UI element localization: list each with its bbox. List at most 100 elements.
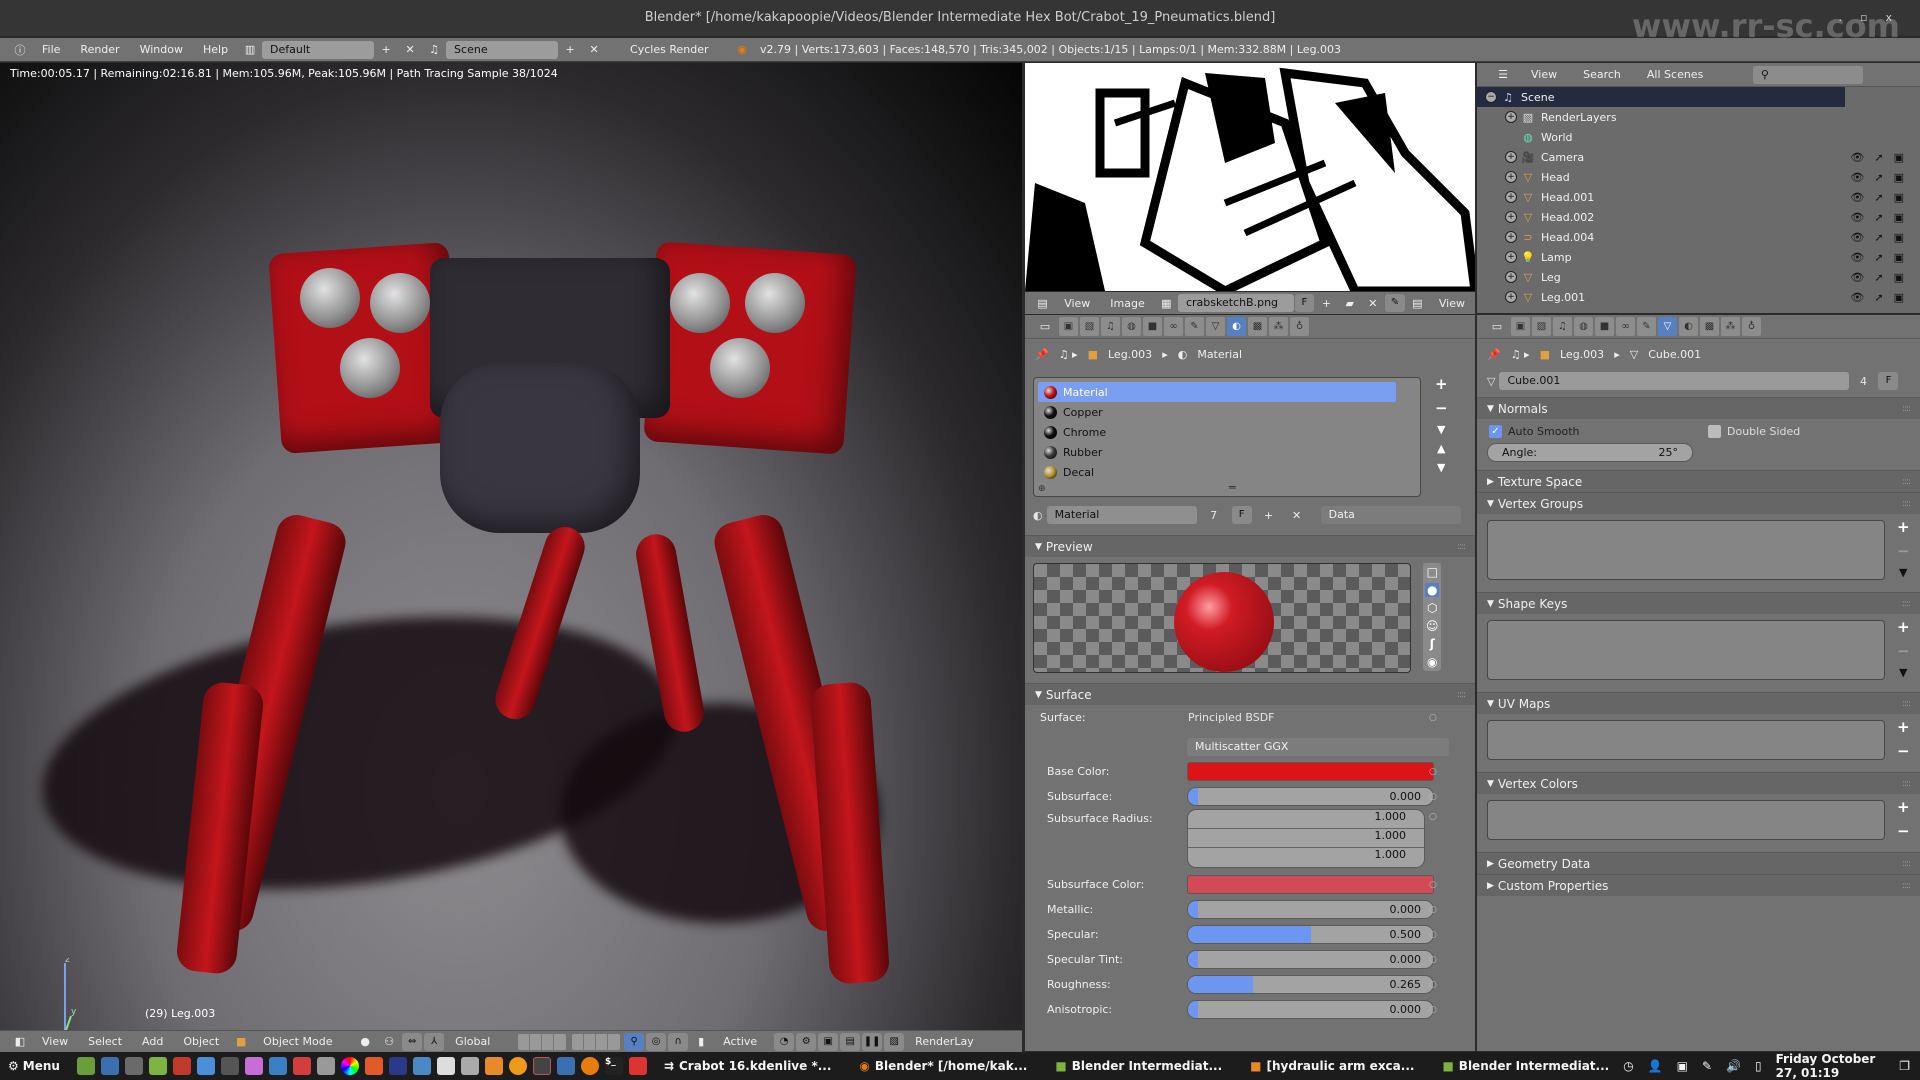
material-link-select[interactable]: Data [1320, 506, 1461, 524]
image-editor-type-icon[interactable]: ▤ [1033, 294, 1052, 312]
metallic-slider[interactable]: 0.000 [1187, 900, 1434, 919]
scene-tab-icon[interactable]: ♫ [1101, 317, 1120, 336]
editor-type-icon[interactable]: ◧ [10, 1033, 30, 1051]
object-tab-icon[interactable]: ■ [1143, 317, 1162, 336]
subsurface-slider[interactable]: 0.000 [1187, 787, 1434, 806]
properties-editor-icon-right[interactable]: ▭ [1487, 318, 1507, 336]
image-name-field[interactable]: crabsketchB.png [1177, 294, 1294, 312]
remove-vertex-color-button[interactable]: − [1897, 822, 1910, 840]
physics-tab-icon-right[interactable]: ♁ [1742, 317, 1761, 336]
material-slot-item[interactable]: Copper [1038, 402, 1396, 422]
double-sided-checkbox[interactable] [1708, 424, 1721, 438]
renderable-camera-icon[interactable]: ▣ [1894, 191, 1904, 204]
paint-app-icon[interactable] [244, 1057, 263, 1075]
properties-editor-icon[interactable]: ▭ [1035, 318, 1055, 336]
expand-toggle[interactable]: + [1505, 111, 1517, 123]
pivot-select[interactable]: Active [713, 1035, 773, 1048]
snap-toggle[interactable]: ∩ [668, 1032, 689, 1051]
uv-maps-list[interactable] [1487, 720, 1885, 760]
preview-sphere-icon[interactable]: ● [1425, 583, 1440, 597]
object-tab-icon-right[interactable]: ■ [1595, 317, 1614, 336]
vertex-colors-panel-header[interactable]: ▼ Vertex Colors:::: [1477, 772, 1920, 794]
modifiers-tab-icon[interactable]: ✎ [1185, 317, 1204, 336]
menu-file[interactable]: File [32, 43, 70, 56]
layers-grid-1[interactable] [518, 1033, 567, 1050]
add-uv-map-button[interactable]: + [1897, 718, 1910, 736]
texture-tab-icon-right[interactable]: ▩ [1700, 317, 1719, 336]
material-browse-icon[interactable]: ◐ [1033, 509, 1043, 522]
add-vertex-color-button[interactable]: + [1897, 798, 1910, 816]
renderable-camera-icon[interactable]: ▣ [1894, 171, 1904, 184]
visibility-eye-icon[interactable]: 👁 [1850, 251, 1864, 264]
task-folder-2[interactable]: ■ Blender Intermediat... [1442, 1059, 1609, 1073]
outliner-row[interactable]: + ▧ RenderLayers [1477, 107, 1920, 127]
task-blender[interactable]: ◉ Blender* [/home/kak... [859, 1059, 1027, 1073]
menu-help[interactable]: Help [193, 43, 238, 56]
battery-icon[interactable]: ▯ [1755, 1059, 1762, 1073]
metallic-socket[interactable]: ○ [1429, 905, 1437, 915]
angle-field[interactable]: Angle: 25° [1487, 443, 1693, 462]
app-icon-12[interactable] [364, 1057, 383, 1075]
subsurface-radius-socket[interactable]: ○ [1429, 812, 1437, 822]
screen-layout-icon[interactable]: ▥ [240, 41, 260, 59]
pin-icon[interactable]: 📌 [1035, 348, 1049, 361]
renderable-camera-icon[interactable]: ▣ [1894, 231, 1904, 244]
material-tab-icon[interactable]: ◐ [1227, 317, 1246, 336]
constraints-tab-icon[interactable]: ∞ [1164, 317, 1183, 336]
remove-shape-key-button[interactable]: − [1897, 642, 1910, 660]
app-icon-20[interactable] [556, 1057, 575, 1075]
desktop-icon[interactable] [76, 1057, 95, 1075]
render-tab-icon-right[interactable]: ▣ [1511, 317, 1530, 336]
inkscape-app-icon[interactable] [436, 1057, 455, 1075]
texture-space-panel-header[interactable]: ▶ Texture Space:::: [1477, 470, 1920, 492]
visibility-eye-icon[interactable]: 👁 [1850, 231, 1864, 244]
img-menu-view[interactable]: View [1054, 297, 1100, 310]
vertex-colors-list[interactable] [1487, 800, 1885, 840]
app-icon-9[interactable] [292, 1057, 311, 1075]
terminal-icon[interactable]: $_ [604, 1057, 623, 1075]
outliner-row[interactable]: + ▽ Head 👁 ➚ ▣ [1477, 167, 1920, 187]
vp-menu-object[interactable]: Object [173, 1035, 229, 1048]
material-slot-item[interactable]: Decal [1038, 462, 1396, 482]
remove-uv-map-button[interactable]: − [1897, 742, 1910, 760]
vertex-groups-panel-header[interactable]: ▼ Vertex Groups:::: [1477, 492, 1920, 514]
list-filter-icon[interactable]: ⊕ [1038, 484, 1046, 494]
renderable-camera-icon[interactable]: ▣ [1894, 291, 1904, 304]
modifiers-tab-icon-right[interactable]: ✎ [1637, 317, 1656, 336]
visibility-eye-icon[interactable]: 👁 [1850, 291, 1864, 304]
pause-button[interactable]: ❚❚ [862, 1032, 883, 1051]
opengl-anim-button[interactable]: ⚙ [796, 1032, 817, 1051]
move-slot-up-button[interactable]: ▲ [1437, 442, 1445, 455]
show-desktop-icon[interactable]: ❐ [1899, 1059, 1910, 1073]
disk-icon[interactable]: ▣ [1677, 1059, 1688, 1073]
mode-select[interactable]: Object Mode [253, 1035, 353, 1048]
outliner-editor-icon[interactable]: ☰ [1493, 66, 1513, 84]
expand-toggle[interactable]: + [1505, 191, 1517, 203]
expand-toggle[interactable]: + [1505, 151, 1517, 163]
remove-slot-button[interactable]: − [1435, 399, 1448, 417]
task-kdenlive[interactable]: ⇉ Crabot 16.kdenlive *... [664, 1059, 831, 1073]
expand-toggle[interactable]: − [1485, 91, 1497, 103]
open-image-icon[interactable]: ▰ [1340, 294, 1359, 312]
orientation-select[interactable]: Global [445, 1035, 515, 1048]
data-tab-icon[interactable]: ▽ [1206, 317, 1225, 336]
outliner-row[interactable]: + ▽ Head.002 👁 ➚ ▣ [1477, 207, 1920, 227]
mesh-name-field[interactable]: Cube.001 [1499, 372, 1850, 390]
outliner-display-select[interactable]: All Scenes [1637, 68, 1747, 81]
clock-icon[interactable]: ◷ [1623, 1059, 1633, 1073]
opengl-render-button[interactable]: ◔ [774, 1032, 795, 1051]
unlink-material-icon[interactable]: ✕ [1287, 506, 1307, 524]
renderable-camera-icon[interactable]: ▣ [1894, 211, 1904, 224]
normals-panel-header[interactable]: ▼ Normals:::: [1477, 397, 1920, 419]
selectable-cursor-icon[interactable]: ➚ [1874, 291, 1883, 304]
app-icon-17[interactable] [484, 1057, 503, 1075]
render-tab-icon[interactable]: ▣ [1059, 317, 1078, 336]
mesh-browse-icon[interactable]: ▽ [1487, 375, 1495, 388]
visibility-eye-icon[interactable]: 👁 [1850, 191, 1864, 204]
anisotropic-slider[interactable]: 0.000 [1187, 1000, 1434, 1019]
selectable-cursor-icon[interactable]: ➚ [1874, 271, 1883, 284]
subsurface-color-socket[interactable]: ○ [1429, 880, 1437, 890]
video-app-icon[interactable] [220, 1057, 239, 1075]
blender-launcher-icon[interactable] [580, 1057, 599, 1075]
info-editor-icon[interactable]: ⓘ [10, 41, 30, 59]
